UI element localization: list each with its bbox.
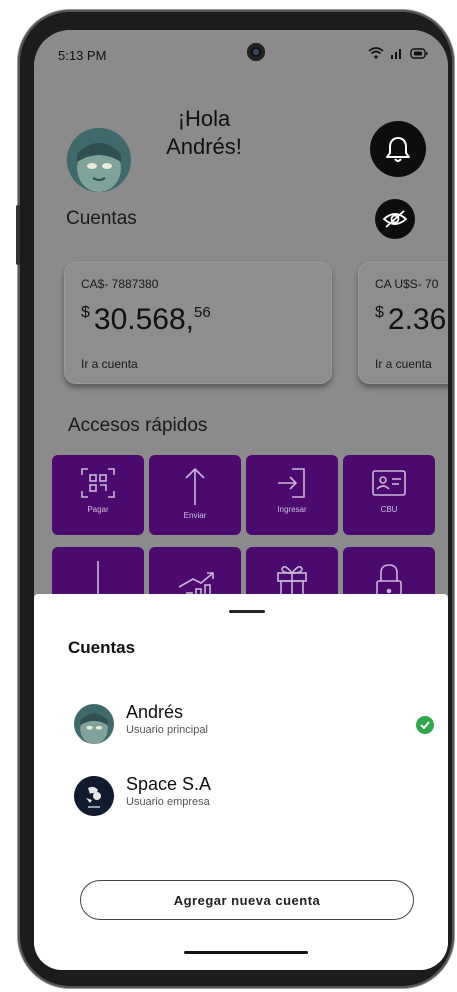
- sheet-drag-handle[interactable]: [229, 610, 265, 613]
- balance-amount: 2.36: [387, 303, 447, 336]
- company-logo: [74, 776, 114, 816]
- account-number: CA$- 7887380: [81, 277, 159, 291]
- home-indicator: [184, 951, 308, 954]
- eye-off-icon: [382, 210, 408, 228]
- quick-access-cbu[interactable]: CBU: [343, 455, 435, 535]
- account-name: Andrés: [126, 702, 184, 722]
- user-avatar[interactable]: [67, 128, 131, 192]
- quick-access-label: Ingresar: [277, 505, 307, 514]
- account-name: Space S.A: [126, 774, 212, 794]
- currency-symbol: $: [375, 304, 384, 321]
- go-to-account-link[interactable]: Ir a cuenta: [375, 357, 432, 371]
- accounts-bottom-sheet: Cuentas Andrés Usuario principal Space S…: [34, 594, 448, 970]
- quick-access-label: Pagar: [87, 505, 109, 514]
- qr-scan-icon: [81, 468, 115, 498]
- arrow-up-icon: [185, 467, 205, 505]
- quick-access-pay[interactable]: Pagar: [52, 455, 144, 535]
- accounts-section-title: Cuentas: [66, 208, 137, 229]
- balance-amount: 30.568,: [93, 303, 194, 336]
- front-camera: [247, 43, 265, 61]
- account-number: CA U$S- 70: [375, 277, 439, 291]
- phone-volume-button: [16, 205, 20, 265]
- status-time: 5:13 PM: [58, 48, 107, 63]
- quick-access-deposit[interactable]: Ingresar: [246, 455, 338, 535]
- account-card-usd[interactable]: CA U$S- 70 $2.36 Ir a cuenta: [358, 262, 448, 384]
- account-card-ars[interactable]: CA$- 7887380 $30.568,56 Ir a cuenta: [64, 262, 332, 384]
- account-option-space[interactable]: Space S.A Usuario empresa: [74, 774, 434, 818]
- signal-icon: [391, 49, 401, 59]
- account-option-andres[interactable]: Andrés Usuario principal: [74, 702, 434, 746]
- sheet-title: Cuentas: [68, 638, 136, 657]
- quick-access-label: Enviar: [183, 511, 207, 520]
- balance-cents: 56: [194, 304, 211, 321]
- account-balance: $30.568,56: [81, 303, 211, 337]
- phone-screen: 5:13 PM ¡Hola Andrés! Cuentas CA$- 78873…: [34, 30, 448, 970]
- quick-access-send[interactable]: Enviar: [149, 455, 241, 535]
- quick-access-label: CBU: [380, 505, 398, 514]
- quick-access-title: Accesos rápidos: [68, 415, 208, 436]
- wifi-icon: [368, 47, 384, 59]
- go-to-account-link[interactable]: Ir a cuenta: [81, 357, 138, 371]
- bell-icon: [386, 137, 410, 162]
- login-icon: [278, 468, 305, 498]
- account-subtitle: Usuario empresa: [126, 796, 210, 808]
- currency-symbol: $: [81, 304, 90, 321]
- status-bar: 5:13 PM: [34, 30, 448, 80]
- id-card-icon: [372, 470, 406, 496]
- selected-check-icon: [416, 716, 434, 734]
- greeting-text: ¡Hola Andrés!: [166, 106, 242, 159]
- add-account-button[interactable]: Agregar nueva cuenta: [80, 880, 414, 920]
- notifications-button[interactable]: [370, 121, 426, 177]
- account-balance: $2.36: [375, 303, 446, 337]
- battery-icon: [410, 47, 428, 59]
- toggle-visibility-button[interactable]: [375, 199, 415, 239]
- status-icons: [368, 47, 428, 59]
- account-subtitle: Usuario principal: [126, 724, 208, 736]
- avatar: [74, 704, 114, 744]
